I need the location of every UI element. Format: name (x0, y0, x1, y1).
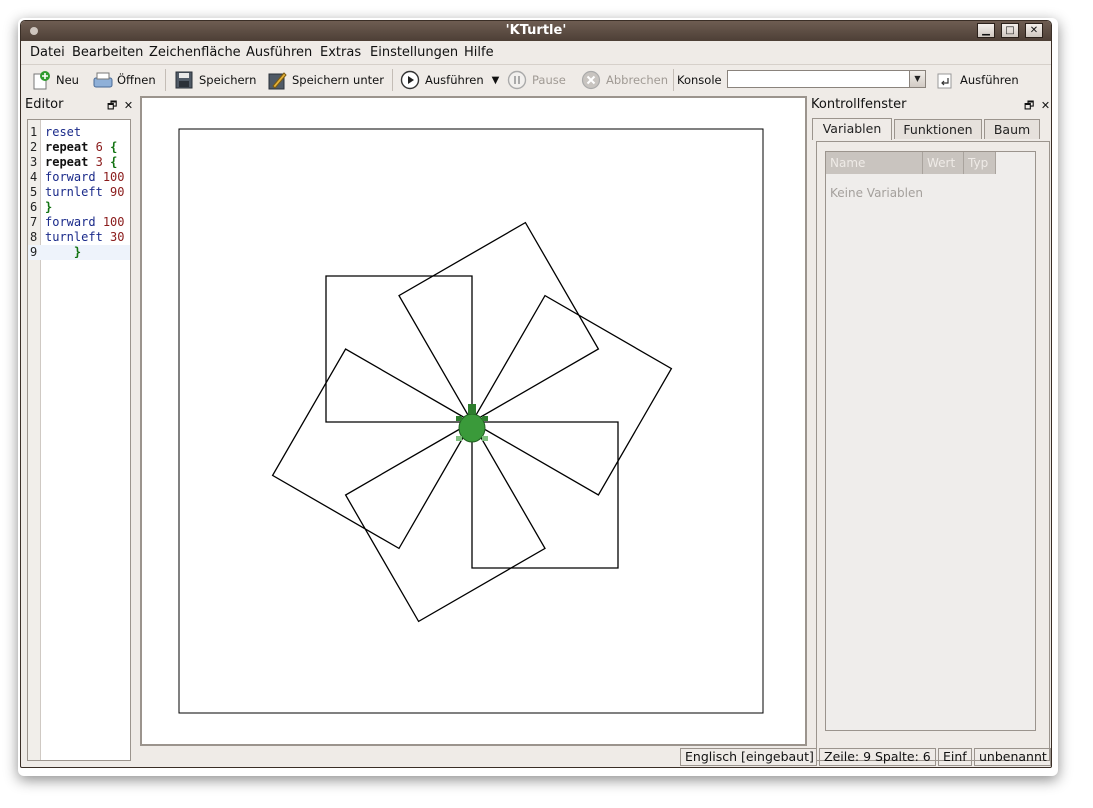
control-panel-title: Kontrollfenster (811, 97, 907, 112)
new-button[interactable]: Neu (31, 68, 79, 92)
square-path (471, 294, 673, 496)
console-dropdown-icon[interactable]: ▼ (909, 71, 925, 87)
menu-ausfuehren[interactable]: Ausführen (246, 45, 312, 60)
run-dropdown-icon[interactable]: ▼ (492, 75, 500, 86)
minimize-button[interactable]: ▁ (977, 23, 995, 38)
line-number: 2 (30, 140, 38, 154)
enter-arrow-icon (935, 70, 955, 90)
tab-variablen[interactable]: Variablen (812, 118, 892, 140)
column-typ[interactable]: Typ (964, 152, 996, 174)
code-line: 9 } (28, 245, 130, 260)
code-line: 7 forward 100 (28, 215, 130, 230)
code-line: 6} (28, 200, 130, 215)
line-number: 4 (30, 170, 38, 184)
code-text: forward 100 (45, 170, 125, 184)
close-panel-icon[interactable]: ✕ (124, 99, 133, 112)
menu-zeichenflaeche[interactable]: Zeichenfläche (149, 45, 241, 60)
line-number: 6 (30, 200, 38, 214)
title-bar[interactable]: 'KTurtle' ▁ □ ✕ (21, 21, 1051, 41)
menu-einstellungen[interactable]: Einstellungen (370, 45, 458, 60)
code-text: } (45, 200, 53, 214)
code-line: 8 turnleft 30 (28, 230, 130, 245)
console-label: Konsole (677, 73, 722, 87)
status-file: unbenannt (974, 748, 1051, 766)
code-line: 5 turnleft 90 (28, 185, 130, 200)
editor-panel-controls[interactable]: 🗗 ✕ (107, 97, 133, 116)
tab-funktionen[interactable]: Funktionen (894, 119, 982, 139)
code-text: repeat 3 { (45, 155, 118, 169)
toolbar: Neu Öffnen Speichern Speichern unter Aus… (21, 64, 1051, 95)
turtle-icon (456, 404, 488, 443)
code-text: repeat 6 { (45, 140, 118, 154)
printer-folder-icon (92, 70, 113, 90)
pause-button[interactable]: Pause (507, 68, 566, 92)
code-line: 3 repeat 3 { (28, 155, 130, 170)
open-button[interactable]: Öffnen (92, 68, 156, 92)
save-as-button[interactable]: Speichern unter (267, 68, 384, 92)
line-number: 8 (30, 230, 38, 244)
play-icon (400, 70, 420, 90)
status-language: Englisch [eingebaut] (680, 748, 817, 766)
code-editor[interactable]: 1 reset 2 repeat 6 { 3 repeat 3 { 4 forward 100… (27, 119, 131, 761)
kturtle-window: 'KTurtle' ▁ □ ✕ Datei Bearbeiten Zeichen… (20, 20, 1052, 768)
status-mode: Einf (938, 748, 972, 766)
variables-table[interactable]: Name Wert Typ Keine Variablen (825, 151, 1036, 731)
code-text: turnleft 30 (45, 230, 125, 244)
window-title: 'KTurtle' (505, 23, 567, 38)
console-input[interactable]: ▼ (727, 70, 926, 88)
empty-variables-text: Keine Variablen (830, 186, 923, 200)
code-text: turnleft 90 (45, 185, 125, 199)
float-panel-icon[interactable]: 🗗 (107, 99, 117, 112)
status-bar: Englisch [eingebaut] Zeile: 9 Spalte: 6 … (21, 747, 1051, 767)
menu-datei[interactable]: Datei (30, 45, 65, 60)
run-button[interactable]: Ausführen ▼ (400, 68, 499, 92)
close-panel-icon[interactable]: ✕ (1041, 99, 1050, 112)
menu-bar: Datei Bearbeiten Zeichenfläche Ausführen… (21, 41, 1051, 63)
square-path (325, 275, 473, 423)
line-number: 3 (30, 155, 38, 169)
line-number: 1 (30, 125, 38, 139)
abort-button[interactable]: Abbrechen (581, 68, 668, 92)
drawing-svg (178, 128, 764, 714)
menu-hilfe[interactable]: Hilfe (464, 45, 494, 60)
pause-icon (507, 70, 527, 90)
tab-baum[interactable]: Baum (984, 119, 1040, 139)
line-number: 7 (30, 215, 38, 229)
square-path (398, 221, 600, 423)
code-line: 2 repeat 6 { (28, 140, 130, 155)
menu-bearbeiten[interactable]: Bearbeiten (72, 45, 143, 60)
square-path (344, 421, 546, 623)
float-panel-icon[interactable]: 🗗 (1024, 99, 1034, 112)
maximize-button[interactable]: □ (1001, 23, 1019, 38)
console-run-button[interactable]: Ausführen (935, 68, 1019, 92)
new-document-icon (31, 70, 51, 90)
line-number: 5 (30, 185, 38, 199)
save-button[interactable]: Speichern (174, 68, 256, 92)
line-number: 9 (30, 245, 38, 259)
code-text: forward 100 (45, 215, 125, 229)
code-line: 4 forward 100 (28, 170, 130, 185)
column-wert[interactable]: Wert (923, 152, 964, 174)
square-path (271, 348, 473, 550)
turtle-canvas[interactable] (140, 96, 807, 746)
close-button[interactable]: ✕ (1025, 23, 1043, 38)
menu-extras[interactable]: Extras (320, 45, 361, 60)
square-path (471, 421, 619, 569)
code-text: reset (45, 125, 82, 139)
save-as-pencil-icon (267, 70, 287, 90)
control-panel-controls[interactable]: 🗗 ✕ (1024, 97, 1050, 116)
stop-icon (581, 70, 601, 90)
floppy-disk-icon (174, 70, 194, 90)
code-line: 1 reset (28, 125, 130, 140)
code-text: } (73, 245, 82, 259)
column-name[interactable]: Name (826, 152, 923, 174)
status-position: Zeile: 9 Spalte: 6 (819, 748, 936, 766)
editor-panel-title: Editor (25, 97, 64, 112)
